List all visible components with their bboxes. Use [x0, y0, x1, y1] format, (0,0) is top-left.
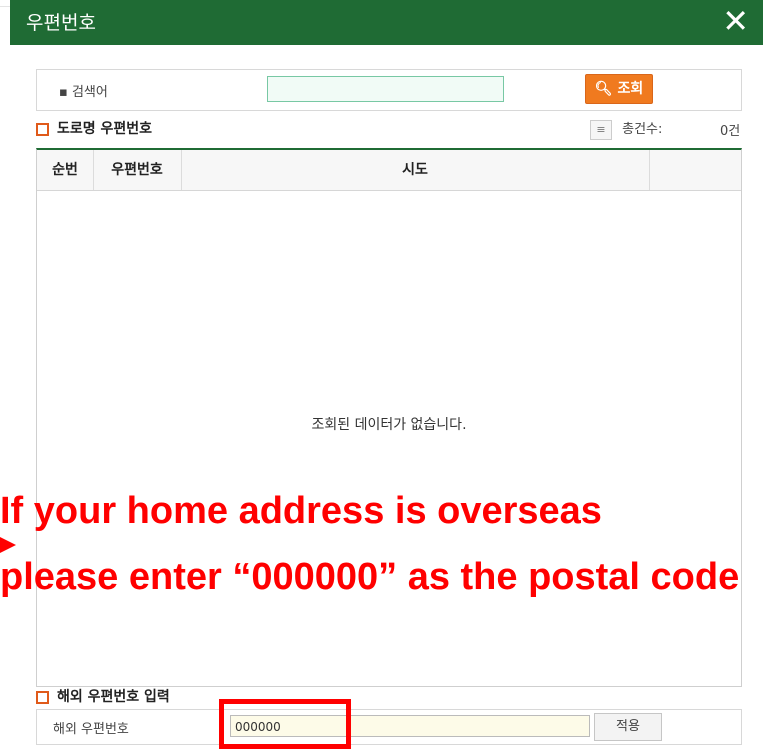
- overseas-section-title-text: 해외 우편번호 입력: [57, 689, 170, 705]
- total-count: ≡ 총건수: 0건: [590, 118, 760, 140]
- overlay-line-2: please enter “000000” as the postal code: [0, 556, 740, 598]
- total-label: 총건수:: [622, 122, 663, 137]
- search-panel: ▪ 검색어 🔍︎ 조회: [36, 69, 742, 111]
- grid-header: 순번 우편번호 시도: [37, 150, 741, 191]
- overseas-section-title: 해외 우편번호 입력: [36, 686, 170, 706]
- close-icon[interactable]: ✕: [722, 3, 749, 39]
- road-section-title-text: 도로명 우편번호: [57, 121, 153, 137]
- overseas-postcode-label: 해외 우편번호: [53, 722, 129, 737]
- column-header-postcode[interactable]: 우편번호: [93, 150, 182, 190]
- empty-message: 조회된 데이터가 없습니다.: [311, 417, 467, 433]
- section-marker-icon: [36, 690, 49, 704]
- window-title: 우편번호: [26, 12, 96, 34]
- search-label: ▪ 검색어: [59, 85, 108, 100]
- search-button-label: 조회: [617, 81, 644, 97]
- road-section-title: 도로명 우편번호: [36, 118, 152, 138]
- arrow-icon: [0, 537, 16, 553]
- column-header-no[interactable]: 순번: [37, 150, 94, 190]
- apply-button[interactable]: 적용: [594, 713, 662, 741]
- column-header-sido[interactable]: 시도: [181, 150, 650, 190]
- search-input[interactable]: [267, 76, 504, 102]
- search-icon: 🔍︎: [594, 81, 613, 97]
- total-value: 0건: [720, 124, 741, 139]
- section-marker-icon: [36, 122, 49, 136]
- result-grid: 순번 우편번호 시도 조회된 데이터가 없습니다.: [36, 148, 742, 687]
- list-icon[interactable]: ≡: [590, 119, 612, 140]
- highlight-box: [219, 699, 351, 749]
- search-label-text: 검색어: [71, 85, 108, 100]
- overseas-postcode-row: 해외 우편번호 000000 적용: [36, 709, 742, 745]
- overlay-line-1: If your home address is overseas: [0, 490, 602, 532]
- search-button[interactable]: 🔍︎ 조회: [585, 74, 653, 104]
- title-bar: 우편번호 ✕: [10, 0, 763, 45]
